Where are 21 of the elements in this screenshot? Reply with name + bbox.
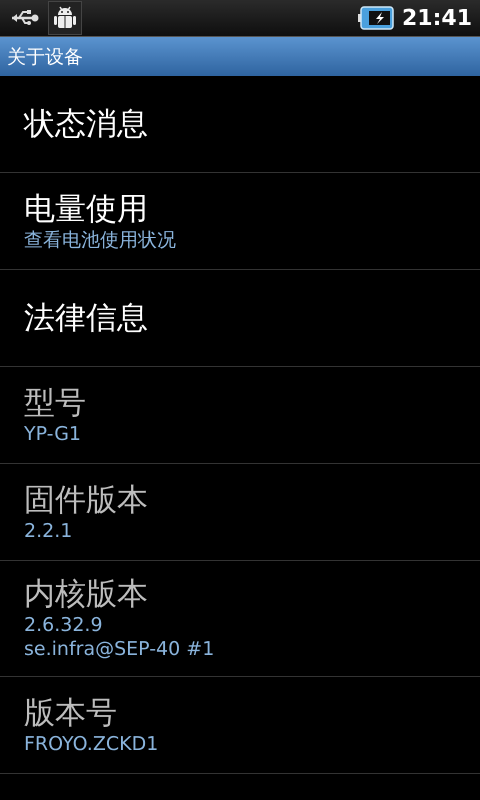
item-title: 固件版本 — [24, 480, 148, 520]
item-title: 法律信息 — [24, 298, 148, 338]
settings-item[interactable]: 法律信息 — [0, 270, 480, 367]
item-title: 型号 — [24, 384, 86, 422]
item-title: 内核版本 — [24, 575, 148, 614]
item-summary: 2.2.1 — [24, 520, 72, 544]
item-summary: 2.6.32.9 — [24, 614, 103, 638]
item-title: 版本号 — [24, 694, 117, 732]
item-title: 电量使用 — [24, 190, 148, 228]
clock: 21:41 — [402, 6, 472, 30]
item-summary: FROYO.ZCKD1 — [24, 732, 158, 756]
item-title: 状态消息 — [24, 104, 148, 144]
settings-item[interactable]: 状态消息 — [0, 76, 480, 173]
android-icon — [53, 5, 77, 31]
notification-tile[interactable] — [48, 1, 82, 35]
item-summary: se.infra@SEP-40 #1 — [24, 638, 214, 662]
settings-item[interactable]: 电量使用 查看电池使用状况 — [0, 173, 480, 270]
item-summary: 查看电池使用状况 — [24, 228, 176, 252]
screen-title: 关于设备 — [7, 44, 83, 70]
usb-icon — [10, 9, 40, 27]
item-summary: YP-G1 — [24, 422, 82, 446]
